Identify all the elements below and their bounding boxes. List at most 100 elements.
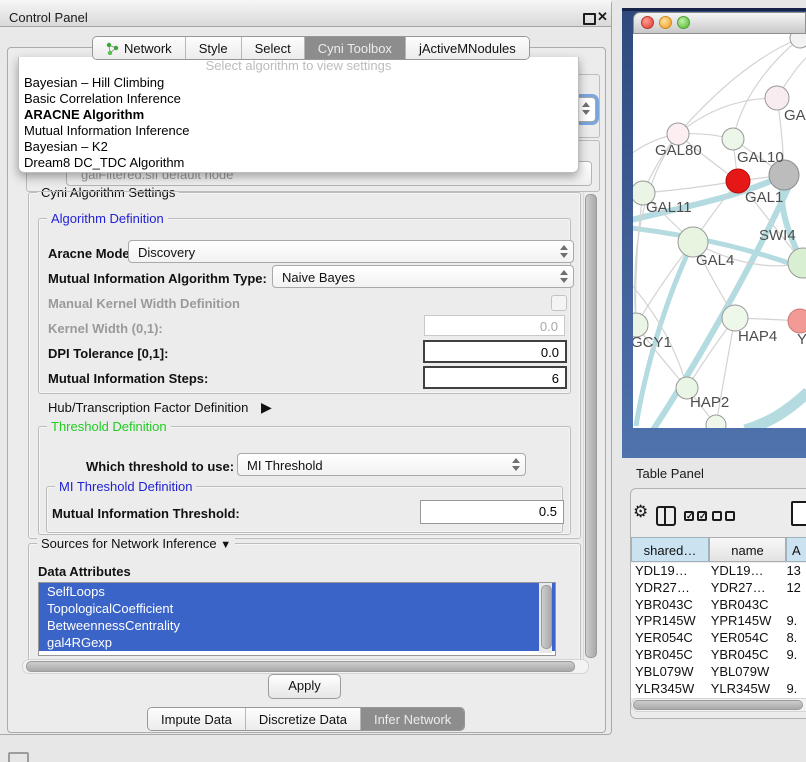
- settings-vscrollbar-thumb[interactable]: [585, 194, 597, 658]
- tab-impute-data-label: Impute Data: [161, 712, 232, 727]
- node-label: HAP4: [738, 328, 777, 345]
- sources-title-text: Sources for Network Inference: [41, 536, 217, 551]
- mi-type-value: Naive Bayes: [282, 270, 355, 285]
- mi-type-combobox[interactable]: Naive Bayes: [272, 265, 574, 288]
- node-label: GAL1: [745, 189, 783, 206]
- column-header-name[interactable]: name: [709, 537, 786, 562]
- tab-impute-data[interactable]: Impute Data: [148, 708, 245, 730]
- settings-hscrollbar-thumb[interactable]: [26, 661, 575, 672]
- tab-select-label: Select: [255, 41, 291, 56]
- new-table-icon[interactable]: [791, 501, 806, 526]
- attribute-item[interactable]: SelfLoops: [39, 583, 555, 600]
- tab-infer-network-label: Infer Network: [374, 712, 451, 727]
- kernel-width-field: 0.0: [424, 315, 565, 336]
- combo-stepper-icon: [510, 457, 521, 472]
- float-window-icon[interactable]: [583, 13, 596, 25]
- combo-stepper-icon: [558, 269, 569, 284]
- table-row[interactable]: YBR045CYBR045C9.: [631, 647, 806, 664]
- table-row[interactable]: YER054CYER054C8.: [631, 630, 806, 647]
- tab-discretize-data[interactable]: Discretize Data: [245, 708, 360, 730]
- tab-cyni-toolbox[interactable]: Cyni Toolbox: [304, 37, 405, 59]
- close-traffic-light-icon[interactable]: [641, 16, 654, 29]
- node-label: SWI4: [759, 227, 796, 244]
- collapse-arrow-icon: ▼: [220, 539, 231, 551]
- manual-kernel-label: Manual Kernel Width Definition: [48, 296, 240, 311]
- hub-definition-label: Hub/Transcription Factor Definition: [48, 400, 248, 415]
- deselect-all-icon[interactable]: [712, 511, 735, 521]
- tab-discretize-data-label: Discretize Data: [259, 712, 347, 727]
- dropdown-item[interactable]: Dream8 DC_TDC Algorithm: [19, 155, 578, 171]
- table-row[interactable]: YLR345WYLR345W9.: [631, 681, 806, 698]
- node-label: GAL4: [696, 252, 734, 269]
- mi-steps-label: Mutual Information Steps:: [48, 371, 208, 386]
- node-label: HAP2: [690, 394, 729, 411]
- node-gal10[interactable]: [722, 128, 744, 150]
- node-label: GAL10: [737, 149, 784, 166]
- column-header-shared-name[interactable]: shared…: [631, 537, 709, 562]
- maximize-traffic-light-icon[interactable]: [677, 16, 690, 29]
- tab-select[interactable]: Select: [241, 37, 304, 59]
- which-threshold-label: Which threshold to use:: [86, 459, 234, 474]
- attribute-item[interactable]: gal4RGexp: [39, 634, 555, 651]
- column-layout-icon[interactable]: [656, 506, 676, 526]
- tab-style[interactable]: Style: [185, 37, 241, 59]
- tab-network-label: Network: [124, 41, 172, 56]
- attribute-item[interactable]: BetweennessCentrality: [39, 617, 555, 634]
- dropdown-item[interactable]: Bayesian – K2: [19, 139, 578, 155]
- sources-title[interactable]: Sources for Network Inference ▼: [37, 536, 235, 553]
- tab-infer-network[interactable]: Infer Network: [360, 708, 464, 730]
- close-icon[interactable]: ✕: [597, 9, 608, 25]
- attribute-item[interactable]: TopologicalCoefficient: [39, 600, 555, 617]
- network-tab-icon: [106, 42, 119, 55]
- data-attributes-list: SelfLoops TopologicalCoefficient Between…: [38, 582, 556, 656]
- dropdown-item[interactable]: Mutual Information Inference: [19, 123, 578, 139]
- threshold-definition-title: Threshold Definition: [47, 419, 171, 434]
- node-top-partial[interactable]: [790, 34, 806, 48]
- combo-stepper-icon: [558, 244, 569, 259]
- kernel-width-label: Kernel Width (0,1):: [48, 321, 163, 336]
- bottom-tabbar: Impute Data Discretize Data Infer Networ…: [147, 707, 465, 731]
- table-row[interactable]: YBR043CYBR043C: [631, 597, 806, 614]
- node-label: GCY1: [633, 334, 672, 351]
- mi-steps-field[interactable]: 6: [423, 366, 567, 389]
- hub-definition-toggle[interactable]: Hub/Transcription Factor Definition ▶: [48, 399, 272, 416]
- control-panel-tabbar: Network Style Select Cyni Toolbox jActiv…: [92, 36, 530, 60]
- control-panel-title: Control Panel: [9, 10, 88, 25]
- table-row[interactable]: YPR145WYPR145W9.: [631, 613, 806, 630]
- table-row[interactable]: YDR27…YDR27…12: [631, 580, 806, 597]
- network-canvas[interactable]: GAL GAL80 GAL10 GAL1 GAL11 SWI4 GAL4 GCY…: [633, 34, 806, 428]
- minimize-traffic-light-icon[interactable]: [659, 16, 672, 29]
- table-row[interactable]: YDL19…YDL19…13: [631, 563, 806, 580]
- table-body[interactable]: YDL19…YDL19…13 YDR27…YDR27…12 YBR043CYBR…: [631, 563, 806, 698]
- table-hscrollbar-thumb[interactable]: [633, 700, 803, 710]
- dpi-tolerance-field[interactable]: 0.0: [423, 340, 567, 363]
- algorithm-definition-title: Algorithm Definition: [47, 211, 168, 226]
- aracne-mode-combobox[interactable]: Discovery: [128, 240, 574, 263]
- tab-jactivemnodules-label: jActiveMNodules: [419, 41, 516, 56]
- aracne-mode-value: Discovery: [138, 245, 195, 260]
- node-label: Y: [797, 331, 806, 348]
- tab-network[interactable]: Network: [93, 37, 185, 59]
- tab-style-label: Style: [199, 41, 228, 56]
- node-salmon[interactable]: [788, 309, 806, 333]
- mi-threshold-label: Mutual Information Threshold:: [52, 506, 240, 521]
- dropdown-item[interactable]: Basic Correlation Inference: [19, 91, 578, 107]
- collapsed-panel-icon[interactable]: [8, 752, 29, 762]
- dropdown-item[interactable]: Bayesian – Hill Climbing: [19, 75, 578, 91]
- mi-threshold-field[interactable]: 0.5: [420, 500, 564, 524]
- table-row[interactable]: YBL079WYBL079W: [631, 664, 806, 681]
- node-label: GAL80: [655, 142, 702, 159]
- which-threshold-combobox[interactable]: MI Threshold: [237, 453, 526, 476]
- list-vscrollbar-thumb[interactable]: [541, 585, 552, 649]
- algorithm-dropdown-popup: Select algorithm to view settings Bayesi…: [18, 57, 579, 173]
- app-root: Control Panel ✕ Network Style Select Cyn…: [0, 0, 806, 762]
- tab-jactivemnodules[interactable]: jActiveMNodules: [405, 37, 529, 59]
- column-header-partial[interactable]: A: [786, 537, 806, 562]
- node-swi4[interactable]: [788, 248, 806, 278]
- aracne-mode-label: Aracne Mode:: [48, 246, 134, 261]
- apply-button[interactable]: Apply: [268, 674, 341, 699]
- control-panel-titlebar: [0, 0, 611, 27]
- select-all-icon[interactable]: ✓ ✓: [684, 511, 707, 521]
- gear-icon[interactable]: ⚙: [633, 502, 648, 522]
- dropdown-item-selected[interactable]: ARACNE Algorithm: [19, 107, 578, 123]
